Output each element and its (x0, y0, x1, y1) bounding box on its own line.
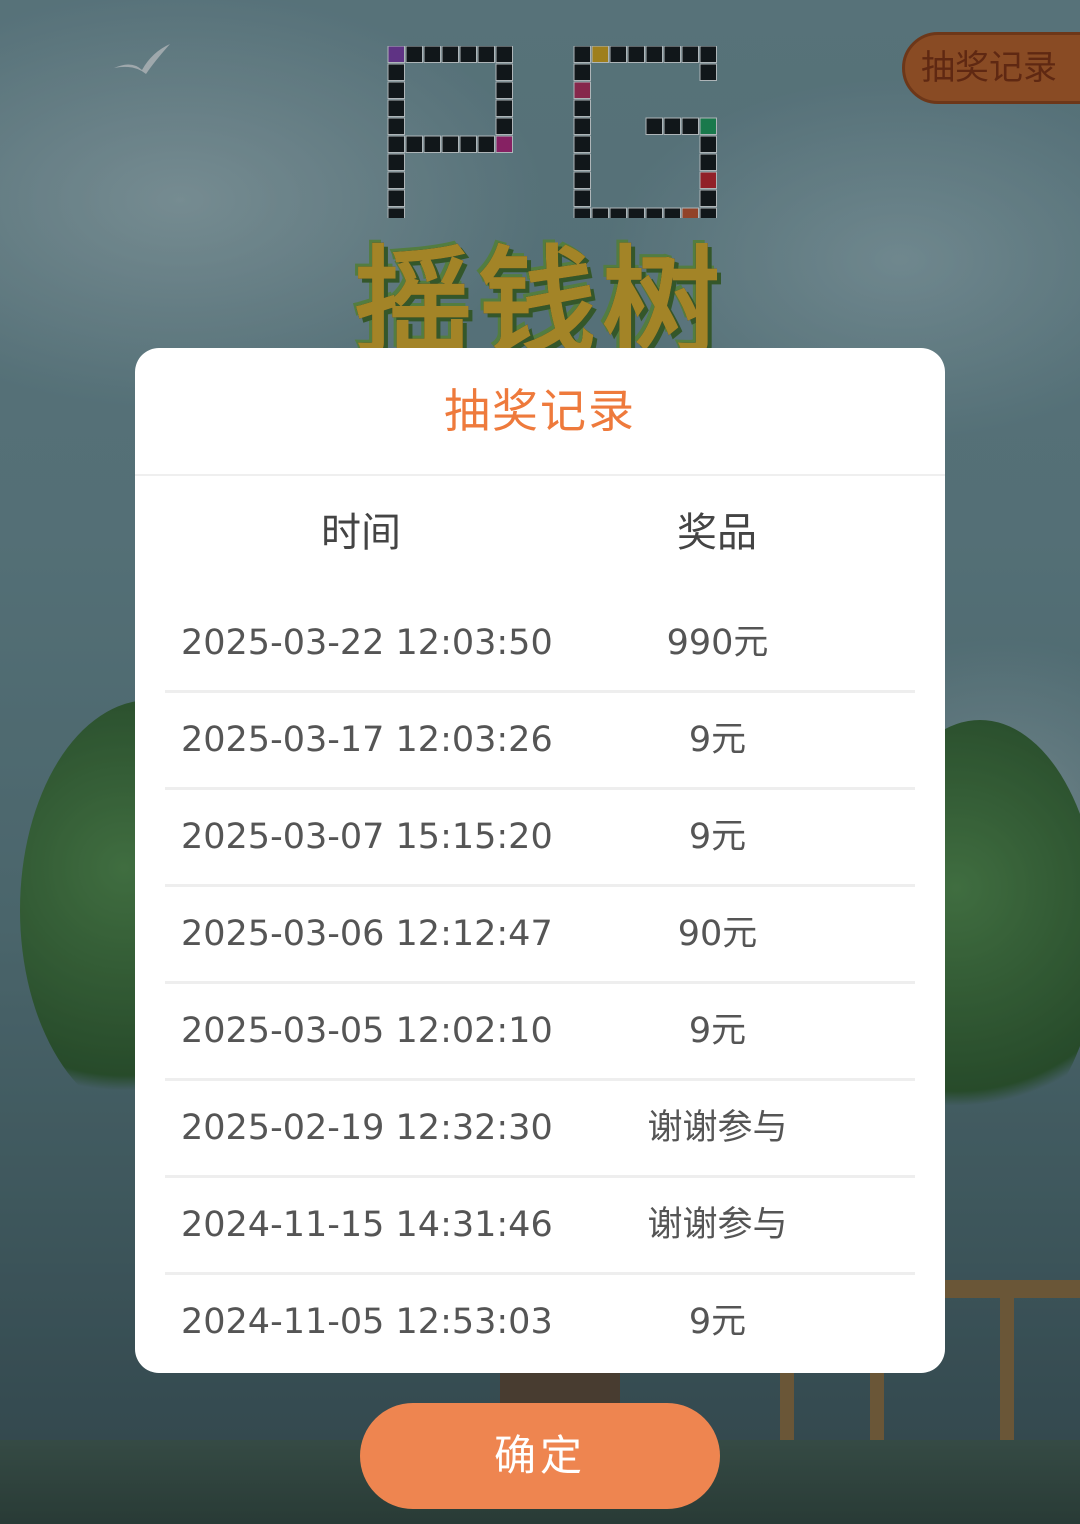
record-row: 2025-02-19 12:32:30 谢谢参与 (165, 1081, 915, 1178)
lottery-record-modal: 抽奖记录 时间 奖品 2025-03-22 12:03:50 990元 2025… (135, 348, 945, 1373)
record-row: 2025-03-17 12:03:26 9元 (165, 693, 915, 790)
modal-title: 抽奖记录 (135, 348, 945, 476)
record-list: 2025-03-22 12:03:50 990元 2025-03-17 12:0… (165, 596, 915, 1372)
record-time: 2025-03-07 15:15:20 (181, 817, 553, 857)
column-header-prize: 奖品 (677, 510, 757, 556)
record-prize: 90元 (677, 914, 758, 954)
record-prize: 9元 (688, 1011, 747, 1051)
record-prize: 9元 (688, 817, 747, 857)
record-time: 2025-03-17 12:03:26 (181, 720, 553, 760)
confirm-button[interactable]: 确定 (360, 1403, 720, 1509)
record-row: 2025-03-06 12:12:47 90元 (165, 887, 915, 984)
record-time: 2025-02-19 12:32:30 (181, 1108, 553, 1148)
record-prize: 9元 (688, 720, 747, 760)
record-prize: 谢谢参与 (647, 1205, 788, 1245)
record-row: 2024-11-15 14:31:46 谢谢参与 (165, 1178, 915, 1275)
column-header-time: 时间 (321, 510, 401, 556)
record-time: 2024-11-15 14:31:46 (181, 1205, 553, 1245)
record-prize: 990元 (666, 623, 769, 663)
record-time: 2025-03-05 12:02:10 (181, 1011, 553, 1051)
record-row: 2025-03-22 12:03:50 990元 (165, 596, 915, 693)
record-row: 2025-03-07 15:15:20 9元 (165, 790, 915, 887)
record-row: 2025-03-05 12:02:10 9元 (165, 984, 915, 1081)
record-time: 2025-03-06 12:12:47 (181, 914, 553, 954)
record-prize: 9元 (688, 1302, 747, 1342)
record-time: 2025-03-22 12:03:50 (181, 623, 553, 663)
record-prize: 谢谢参与 (647, 1108, 788, 1148)
record-time: 2024-11-05 12:53:03 (181, 1302, 553, 1342)
record-row: 2024-11-05 12:53:03 9元 (165, 1275, 915, 1372)
table-header: 时间 奖品 (135, 476, 945, 572)
